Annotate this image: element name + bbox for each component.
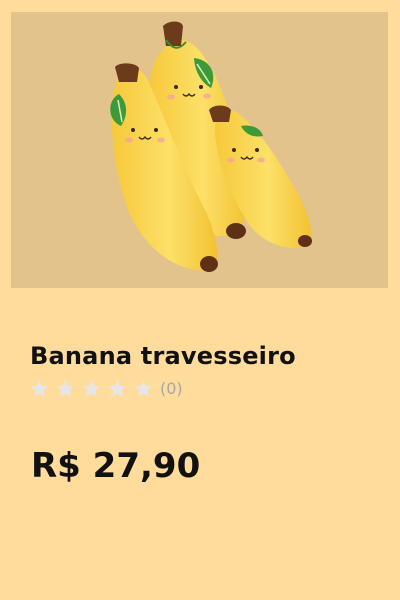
- star-icon: [81, 378, 102, 399]
- star-icon: [107, 378, 128, 399]
- star-icon: [55, 378, 76, 399]
- banana-plush-illustration: [110, 21, 312, 272]
- rating: (0): [29, 376, 183, 400]
- review-count: (0): [160, 378, 183, 398]
- product-image[interactable]: [11, 12, 388, 288]
- product-card[interactable]: Banana travesseiro (0) R$ 27,90: [0, 0, 400, 600]
- star-icon: [29, 378, 50, 399]
- product-title[interactable]: Banana travesseiro: [30, 342, 296, 370]
- star-icon: [133, 378, 154, 399]
- product-price: R$ 27,90: [31, 446, 201, 486]
